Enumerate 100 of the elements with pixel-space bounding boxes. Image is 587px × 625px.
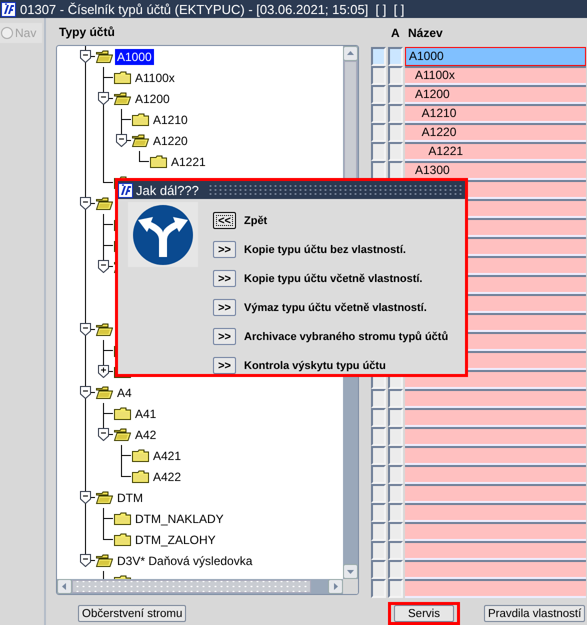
tree-item[interactable]: DTM_ZALOHY (133, 532, 218, 548)
checkbox-cell[interactable] (371, 47, 386, 66)
option-button[interactable]: >> (213, 270, 236, 287)
name-cell[interactable] (405, 408, 586, 427)
option-label: Kontrola výskytu typu účtu (244, 360, 386, 372)
tree-item[interactable]: A422 (151, 468, 184, 484)
action-button[interactable]: Pravdila vlastností (484, 605, 586, 622)
name-cell[interactable]: A1000 (405, 47, 586, 66)
option-label: Zpět (244, 214, 268, 226)
tree-item[interactable]: A1220 (151, 132, 190, 148)
collapse-toggle-icon[interactable] (98, 92, 109, 105)
name-cell[interactable] (405, 560, 586, 579)
tree-item[interactable]: A4 (115, 384, 134, 400)
checkbox-cell[interactable] (388, 484, 403, 503)
tree-item[interactable]: A1000 (115, 48, 154, 64)
checkbox-cell[interactable] (371, 123, 386, 142)
option-label: Kopie typu účtu bez vlastností. (244, 244, 406, 256)
tree-item[interactable]: A41 (133, 406, 158, 422)
open-folder-icon (96, 323, 113, 336)
checkbox-cell[interactable] (371, 465, 386, 484)
checkbox-cell[interactable] (388, 66, 403, 85)
checkbox-cell[interactable] (371, 408, 386, 427)
scrollbar-thumb[interactable] (72, 580, 311, 593)
name-cell[interactable]: A1200 (405, 85, 586, 104)
scroll-down-button[interactable] (343, 564, 358, 579)
checkbox-cell[interactable] (388, 85, 403, 104)
collapse-toggle-icon[interactable] (80, 386, 91, 399)
open-folder-icon (96, 491, 113, 504)
name-cell[interactable] (405, 446, 586, 465)
checkbox-cell[interactable] (371, 104, 386, 123)
checkbox-cell[interactable] (371, 85, 386, 104)
checkbox-cell[interactable] (371, 142, 386, 161)
checkbox-cell[interactable] (371, 522, 386, 541)
checkbox-cell[interactable] (388, 560, 403, 579)
collapse-toggle-icon[interactable] (98, 260, 109, 273)
name-cell[interactable]: A1210 (405, 104, 586, 123)
name-cell[interactable] (405, 465, 586, 484)
tree-item[interactable]: DTM_NAKLADY (133, 510, 226, 526)
name-cell[interactable] (405, 427, 586, 446)
collapse-toggle-icon[interactable] (80, 491, 91, 504)
action-button[interactable]: Servis (394, 605, 454, 622)
checkbox-cell[interactable] (371, 446, 386, 465)
scroll-up-button[interactable] (343, 46, 358, 61)
checkbox-cell[interactable] (388, 427, 403, 446)
checkbox-cell[interactable] (371, 389, 386, 408)
checkbox-cell[interactable] (388, 465, 403, 484)
checkbox-cell[interactable] (371, 541, 386, 560)
name-cell[interactable]: A1300 (405, 161, 586, 180)
name-cell[interactable]: A1221 (405, 142, 586, 161)
name-cell[interactable] (405, 579, 586, 598)
option-button[interactable]: << (213, 212, 236, 229)
checkbox-cell[interactable] (371, 427, 386, 446)
collapse-toggle-icon[interactable] (98, 428, 109, 441)
checkbox-cell[interactable] (371, 560, 386, 579)
option-button[interactable]: >> (213, 357, 236, 374)
checkbox-cell[interactable] (388, 123, 403, 142)
name-cell[interactable] (405, 389, 586, 408)
window-title: 01307 - Číselník typů účtů (EKTYPUC) - [03.06.2021; 15:05] [ ] [ ] (20, 2, 404, 16)
name-cell[interactable] (405, 522, 586, 541)
collapse-toggle-icon[interactable] (116, 134, 127, 147)
checkbox-cell[interactable] (388, 579, 403, 598)
tree-item[interactable]: A1221 (169, 154, 208, 170)
scroll-right-button[interactable] (328, 579, 343, 594)
collapse-toggle-icon[interactable] (80, 323, 91, 336)
checkbox-cell[interactable] (388, 541, 403, 560)
name-cell[interactable] (405, 541, 586, 560)
checkbox-cell[interactable] (371, 579, 386, 598)
checkbox-cell[interactable] (371, 503, 386, 522)
collapse-toggle-icon[interactable] (80, 197, 91, 210)
name-cell[interactable] (405, 503, 586, 522)
name-cell[interactable]: A1220 (405, 123, 586, 142)
collapse-toggle-icon[interactable] (80, 50, 91, 63)
checkbox-cell[interactable] (388, 408, 403, 427)
tree-item[interactable]: A42 (133, 426, 158, 442)
checkbox-cell[interactable] (388, 142, 403, 161)
option-button[interactable]: >> (213, 241, 236, 258)
name-cell[interactable] (405, 484, 586, 503)
expand-toggle-icon[interactable] (98, 365, 109, 378)
collapse-toggle-icon[interactable] (80, 554, 91, 567)
tree-item[interactable]: A1200 (133, 90, 172, 106)
checkbox-cell[interactable] (388, 389, 403, 408)
checkbox-cell[interactable] (388, 503, 403, 522)
tree-item[interactable]: A1100x (133, 70, 177, 86)
checkbox-cell[interactable] (371, 484, 386, 503)
checkbox-cell[interactable] (371, 66, 386, 85)
option-button[interactable]: >> (213, 299, 236, 316)
tree-item[interactable]: A1210 (151, 112, 190, 128)
action-button[interactable]: Občerstvení stromu (78, 605, 186, 622)
tree-item[interactable]: DTM (115, 490, 145, 506)
option-button[interactable]: >> (213, 328, 236, 345)
checkbox-cell[interactable] (388, 47, 403, 66)
scroll-left-button[interactable] (57, 579, 72, 594)
checkbox-cell[interactable] (388, 446, 403, 465)
name-cell[interactable]: A1100x (405, 66, 586, 85)
scrollbar-thumb[interactable] (344, 61, 357, 179)
tree-item[interactable]: D3V* Daňová výsledovka (115, 552, 254, 568)
checkbox-cell[interactable] (388, 104, 403, 123)
tree-item[interactable]: A421 (151, 448, 184, 464)
checkbox-cell[interactable] (388, 522, 403, 541)
open-folder-icon (114, 428, 131, 441)
